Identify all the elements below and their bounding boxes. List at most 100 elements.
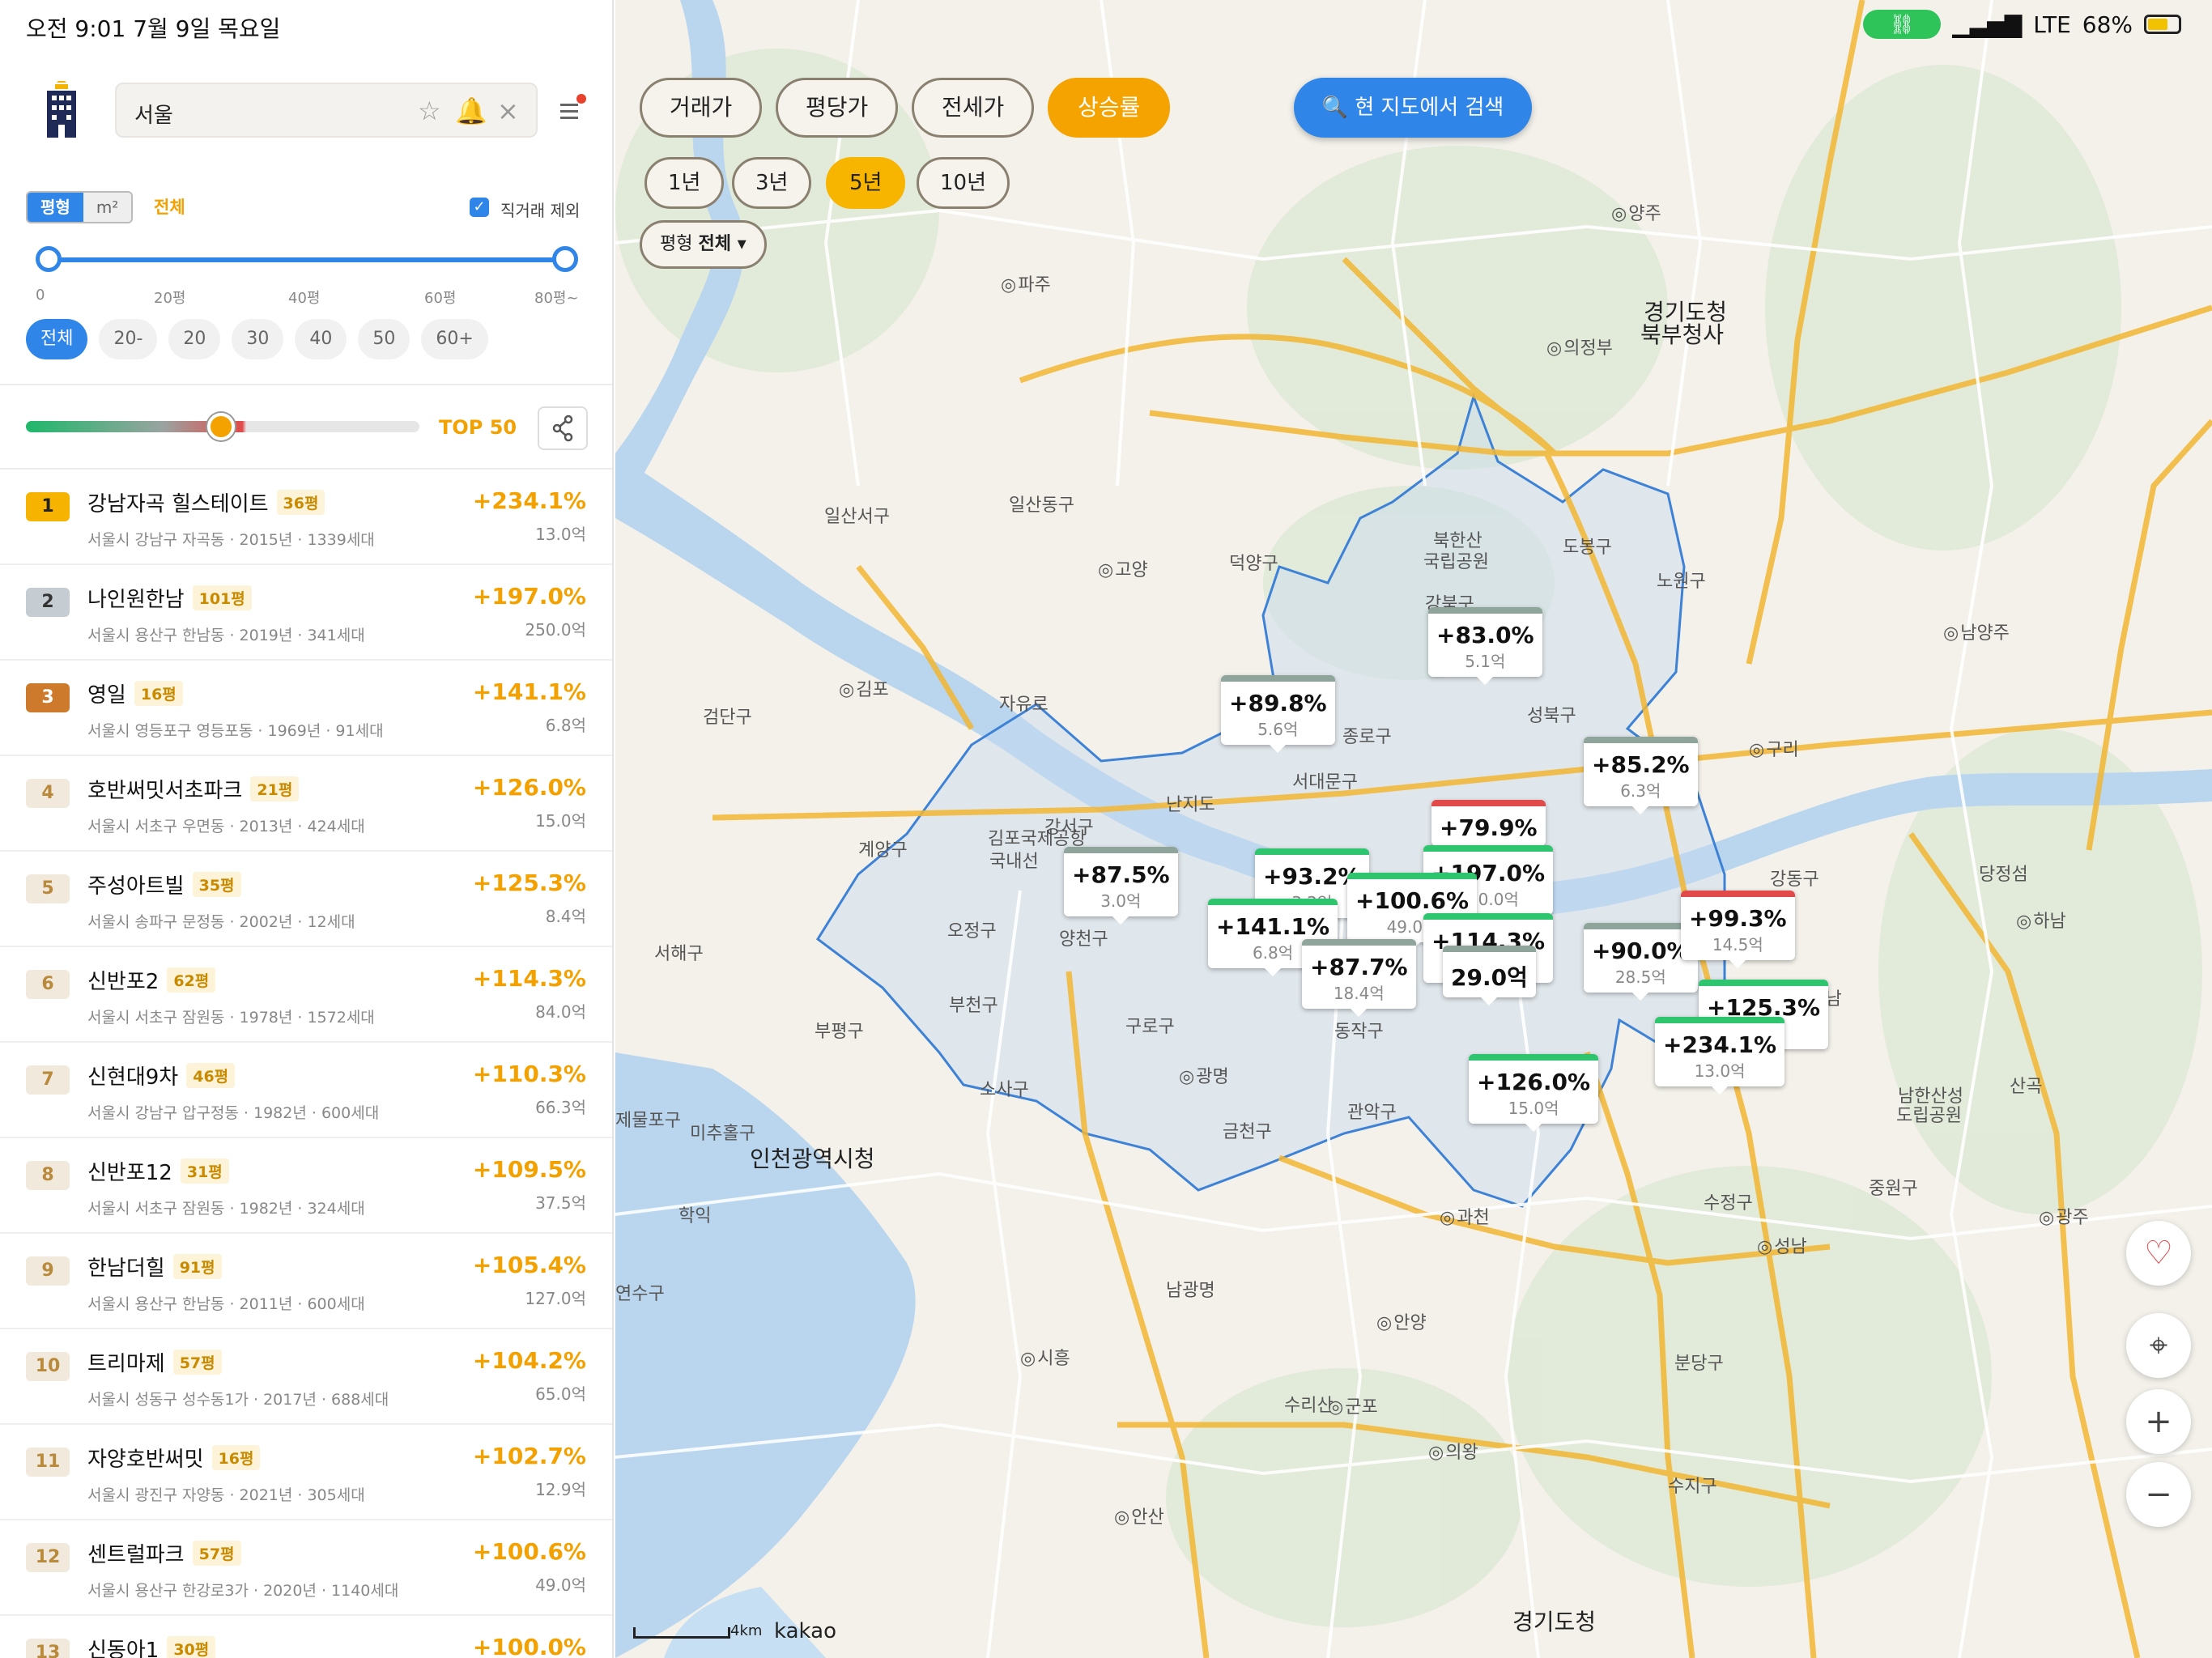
map-place-label: 부평구 bbox=[815, 1022, 864, 1042]
ranking-list-item[interactable]: 8 신반포12 31평 서울시 서초구 잠원동 · 1982년 · 324세대 +109… bbox=[0, 1138, 612, 1234]
current-price: 66.3억 bbox=[535, 1098, 586, 1117]
locate-me-icon[interactable]: ⌖ bbox=[2126, 1313, 2191, 1378]
price-change-marker[interactable]: +126.0% 15.0억 bbox=[1469, 1054, 1599, 1132]
ranking-list-item[interactable]: 13 신동아1 30평 +100.0% bbox=[0, 1616, 612, 1658]
size-badge: 16평 bbox=[211, 1445, 261, 1470]
favorite-heart-icon[interactable]: ♡ bbox=[2126, 1221, 2191, 1286]
mode-tab-jeonse[interactable]: 전세가 bbox=[912, 78, 1035, 138]
size-chip[interactable]: 30 bbox=[232, 319, 284, 359]
current-price: 6.8억 bbox=[545, 716, 586, 735]
size-filter-dropdown[interactable]: 평형 전체 ▾ bbox=[640, 220, 767, 269]
ranking-list-item[interactable]: 1 강남자곡 힐스테이트 36평 서울시 강남구 자곡동 · 2015년 · 1339… bbox=[0, 470, 612, 565]
map-place-label: 서대문구 bbox=[1292, 772, 1358, 793]
price-change-marker[interactable]: +83.0% 5.1억 bbox=[1428, 607, 1542, 685]
price-change-marker[interactable]: +234.1% 13.0억 bbox=[1655, 1017, 1785, 1095]
rank-badge: 6 bbox=[26, 970, 70, 999]
size-chip[interactable]: 60+ bbox=[421, 319, 488, 359]
year-tab-3[interactable]: 3년 bbox=[732, 157, 812, 209]
search-this-area-button[interactable]: 🔍 현 지도에서 검색 bbox=[1294, 78, 1532, 138]
unit-option-pyeong[interactable]: 평형 bbox=[28, 193, 83, 222]
mode-tab-trade-price[interactable]: 거래가 bbox=[640, 78, 763, 138]
ranking-list-item[interactable]: 2 나인원한남 101평 서울시 용산구 한남동 · 2019년 · 341세대 +19… bbox=[0, 565, 612, 661]
status-bar-right: ⛓ ▁▃▅▇ LTE 68% bbox=[1863, 10, 2181, 39]
marker-growth-rate: +90.0% bbox=[1592, 937, 1690, 964]
price-change-marker[interactable]: +79.9% bbox=[1431, 800, 1546, 854]
growth-rate: +105.4% bbox=[472, 1252, 586, 1278]
share-button[interactable] bbox=[538, 406, 588, 450]
search-icon: 🔍 bbox=[1321, 96, 1355, 120]
year-tab-1[interactable]: 1년 bbox=[644, 157, 725, 209]
ranking-list-item[interactable]: 3 영일 16평 서울시 영등포구 영등포동 · 1969년 · 91세대 +141.1… bbox=[0, 661, 612, 756]
size-range-track[interactable] bbox=[49, 257, 565, 262]
building-logo-icon[interactable] bbox=[42, 81, 81, 139]
link-icon: ⛓ bbox=[1863, 10, 1942, 39]
rank-badge: 5 bbox=[26, 874, 70, 903]
size-badge: 46평 bbox=[186, 1063, 236, 1088]
size-chip[interactable]: 50 bbox=[358, 319, 410, 359]
price-change-marker[interactable]: +89.8% 5.6억 bbox=[1221, 675, 1335, 753]
range-min-handle[interactable] bbox=[36, 246, 62, 272]
ranking-list-item[interactable]: 4 호반써밋서초파크 21평 서울시 서초구 우면동 · 2013년 · 424세대 +… bbox=[0, 756, 612, 852]
price-change-marker[interactable]: +87.7% 18.4억 bbox=[1302, 939, 1416, 1017]
ranking-list-item[interactable]: 10 트리마제 57평 서울시 성동구 성수동1가 · 2017년 · 688세대 +1… bbox=[0, 1329, 612, 1425]
map-place-label: 동작구 bbox=[1334, 1022, 1384, 1042]
map-place-label: 제물포구 bbox=[615, 1111, 681, 1131]
price-change-marker[interactable]: +87.5% 3.0억 bbox=[1064, 847, 1178, 925]
map-place-label: 도립공원 bbox=[1896, 1106, 1962, 1126]
search-query: 서울 bbox=[134, 104, 173, 128]
bell-icon[interactable]: 🔔 bbox=[455, 96, 487, 126]
apartment-name: 한남더힐 bbox=[87, 1256, 165, 1281]
map-place-label: 남광명 bbox=[1166, 1281, 1215, 1301]
zoom-out-button[interactable]: − bbox=[2126, 1462, 2191, 1527]
price-change-marker[interactable]: +85.2% 6.3억 bbox=[1584, 737, 1698, 814]
apartment-name: 신반포2 bbox=[87, 970, 160, 994]
map-view[interactable]: 파주양주경기도청북부청사의정부일산서구일산동구고양덕양구북한산국립공원도봉구노원… bbox=[615, 0, 2212, 1658]
exclude-direct-checkbox[interactable]: ✓ bbox=[470, 198, 489, 217]
map-place-label: 성남 bbox=[1757, 1232, 1806, 1258]
map-place-label: 금천구 bbox=[1223, 1122, 1272, 1142]
map-place-label: 안산 bbox=[1114, 1503, 1163, 1528]
ranking-list-item[interactable]: 7 신현대9차 46평 서울시 강남구 압구정동 · 1982년 · 600세대 +11… bbox=[0, 1043, 612, 1138]
map-place-label: 시흥 bbox=[1020, 1344, 1070, 1370]
unit-toggle[interactable]: 평형 m² bbox=[26, 191, 134, 223]
top-count-label: TOP 50 bbox=[439, 416, 517, 439]
year-tab-10[interactable]: 10년 bbox=[917, 157, 1010, 209]
current-price: 84.0억 bbox=[535, 1002, 586, 1022]
mode-tab-growth-rate[interactable]: 상승률 bbox=[1048, 78, 1171, 138]
marker-growth-rate: +93.2% bbox=[1263, 863, 1361, 890]
ranking-list-item[interactable]: 11 자양호반써밋 16평 서울시 광진구 자양동 · 2021년 · 305세대 +1… bbox=[0, 1425, 612, 1520]
signal-icon: ▁▃▅▇ bbox=[1952, 11, 2023, 38]
ranking-list-item[interactable]: 5 주성아트빌 35평 서울시 송파구 문정동 · 2002년 · 12세대 +125.… bbox=[0, 852, 612, 947]
range-max-handle[interactable] bbox=[552, 246, 578, 272]
apartment-address: 서울시 용산구 한강로3가 · 2020년 · 1140세대 bbox=[87, 1582, 399, 1600]
search-this-area-label: 현 지도에서 검색 bbox=[1355, 96, 1504, 120]
all-filter-link[interactable]: 전체 bbox=[154, 194, 185, 219]
unit-option-m2[interactable]: m² bbox=[83, 193, 132, 222]
map-base bbox=[615, 0, 2212, 1658]
map-place-label: 오정구 bbox=[947, 921, 997, 942]
zoom-in-button[interactable]: + bbox=[2126, 1389, 2191, 1454]
size-chip[interactable]: 40 bbox=[295, 319, 347, 359]
map-place-label: 검단구 bbox=[703, 708, 752, 728]
mode-tab-price-per-pyeong[interactable]: 평당가 bbox=[776, 78, 899, 138]
ranking-list-item[interactable]: 12 센트럴파크 57평 서울시 용산구 한강로3가 · 2020년 · 1140세대… bbox=[0, 1520, 612, 1616]
price-change-marker[interactable]: 29.0억 bbox=[1443, 946, 1536, 1005]
apartment-name: 신현대9차 bbox=[87, 1065, 179, 1090]
year-tab-5[interactable]: 5년 bbox=[826, 157, 906, 209]
apartment-address: 서울시 강남구 압구정동 · 1982년 · 600세대 bbox=[87, 1104, 380, 1122]
ranking-list-item[interactable]: 6 신반포2 62평 서울시 서초구 잠원동 · 1978년 · 1572세대 +114… bbox=[0, 947, 612, 1043]
search-input[interactable]: 서울 ☆ 🔔 × bbox=[115, 83, 538, 138]
map-place-label: 소사구 bbox=[980, 1080, 1029, 1100]
size-chip-all[interactable]: 전체 bbox=[26, 319, 88, 359]
size-filter-prefix: 평형 bbox=[660, 234, 693, 254]
star-icon[interactable]: ☆ bbox=[418, 96, 441, 126]
size-chip[interactable]: 20- bbox=[99, 319, 158, 359]
map-place-label: 북부청사 bbox=[1640, 321, 1725, 348]
clear-icon[interactable]: × bbox=[497, 96, 519, 126]
size-chip[interactable]: 20 bbox=[168, 319, 221, 359]
rate-slider-handle[interactable] bbox=[207, 413, 235, 440]
ranking-list-item[interactable]: 9 한남더힐 91평 서울시 용산구 한남동 · 2011년 · 600세대 +105.… bbox=[0, 1234, 612, 1329]
price-change-marker[interactable]: +99.3% 14.5억 bbox=[1681, 891, 1795, 968]
map-place-label: 하남 bbox=[2016, 907, 2065, 933]
growth-rate: +126.0% bbox=[472, 774, 586, 801]
